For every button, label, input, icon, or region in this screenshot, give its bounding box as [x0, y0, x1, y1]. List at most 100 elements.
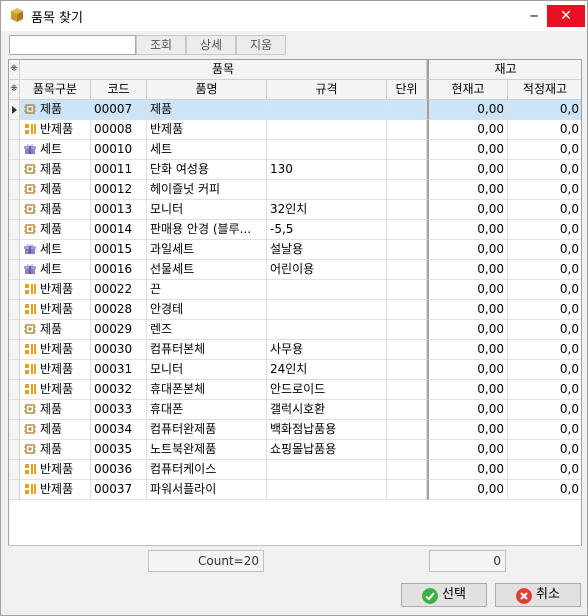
- minimize-button[interactable]: ─: [521, 5, 547, 27]
- cell-code[interactable]: 00036: [91, 460, 147, 480]
- cell-optimal[interactable]: 0,0: [508, 160, 581, 180]
- cell-current[interactable]: 0,00: [427, 320, 508, 340]
- cell-code[interactable]: 00030: [91, 340, 147, 360]
- col-header-current-stock[interactable]: 현재고: [427, 80, 508, 100]
- cell-unit[interactable]: [387, 280, 427, 300]
- cell-type[interactable]: 반제품: [20, 340, 91, 360]
- row-selector[interactable]: [9, 200, 20, 220]
- cell-type[interactable]: 반제품: [20, 460, 91, 480]
- cell-code[interactable]: 00008: [91, 120, 147, 140]
- cell-spec[interactable]: [267, 320, 387, 340]
- cell-current[interactable]: 0,00: [427, 240, 508, 260]
- cell-code[interactable]: 00012: [91, 180, 147, 200]
- cell-spec[interactable]: 갤럭시호환: [267, 400, 387, 420]
- cell-type[interactable]: 제품: [20, 420, 91, 440]
- cell-name[interactable]: 컴퓨터본체: [147, 340, 267, 360]
- cell-unit[interactable]: [387, 440, 427, 460]
- cell-spec[interactable]: [267, 180, 387, 200]
- cell-optimal[interactable]: 0,0: [508, 180, 581, 200]
- row-selector[interactable]: [9, 400, 20, 420]
- cell-unit[interactable]: [387, 260, 427, 280]
- cell-name[interactable]: 과일세트: [147, 240, 267, 260]
- cell-spec[interactable]: 130: [267, 160, 387, 180]
- cell-type[interactable]: 제품: [20, 400, 91, 420]
- cell-optimal[interactable]: 0,0: [508, 320, 581, 340]
- cell-type[interactable]: 반제품: [20, 480, 91, 500]
- cell-current[interactable]: 0,00: [427, 460, 508, 480]
- cell-code[interactable]: 00034: [91, 420, 147, 440]
- cell-current[interactable]: 0,00: [427, 360, 508, 380]
- cell-spec[interactable]: 쇼핑몰납품용: [267, 440, 387, 460]
- detail-button[interactable]: 상세: [186, 35, 236, 55]
- col-header-type[interactable]: 품목구분: [20, 80, 91, 100]
- cell-optimal[interactable]: 0,0: [508, 100, 581, 120]
- cell-optimal[interactable]: 0,0: [508, 360, 581, 380]
- cell-unit[interactable]: [387, 360, 427, 380]
- row-selector[interactable]: [9, 160, 20, 180]
- cell-optimal[interactable]: 0,0: [508, 480, 581, 500]
- select-button[interactable]: 선택: [401, 583, 487, 607]
- cell-optimal[interactable]: 0,0: [508, 400, 581, 420]
- row-selector[interactable]: [9, 440, 20, 460]
- row-selector[interactable]: [9, 260, 20, 280]
- cell-unit[interactable]: [387, 480, 427, 500]
- cell-optimal[interactable]: 0,0: [508, 200, 581, 220]
- cell-unit[interactable]: [387, 200, 427, 220]
- cell-optimal[interactable]: 0,0: [508, 240, 581, 260]
- cell-name[interactable]: 제품: [147, 100, 267, 120]
- cell-optimal[interactable]: 0,0: [508, 280, 581, 300]
- cell-type[interactable]: 반제품: [20, 280, 91, 300]
- cell-optimal[interactable]: 0,0: [508, 440, 581, 460]
- cell-code[interactable]: 00013: [91, 200, 147, 220]
- cell-current[interactable]: 0,00: [427, 260, 508, 280]
- cell-spec[interactable]: 32인치: [267, 200, 387, 220]
- cell-type[interactable]: 반제품: [20, 380, 91, 400]
- cell-spec[interactable]: [267, 300, 387, 320]
- cell-current[interactable]: 0,00: [427, 340, 508, 360]
- cell-type[interactable]: 제품: [20, 440, 91, 460]
- cell-type[interactable]: 반제품: [20, 120, 91, 140]
- col-header-code[interactable]: 코드: [91, 80, 147, 100]
- cell-code[interactable]: 00022: [91, 280, 147, 300]
- col-header-spec[interactable]: 규격: [267, 80, 387, 100]
- cell-optimal[interactable]: 0,0: [508, 460, 581, 480]
- cell-type[interactable]: 제품: [20, 320, 91, 340]
- row-selector[interactable]: [9, 480, 20, 500]
- cell-unit[interactable]: [387, 460, 427, 480]
- cell-type[interactable]: 세트: [20, 260, 91, 280]
- cell-spec[interactable]: -5,5: [267, 220, 387, 240]
- cell-name[interactable]: 렌즈: [147, 320, 267, 340]
- cell-spec[interactable]: 설날용: [267, 240, 387, 260]
- row-selector[interactable]: [9, 460, 20, 480]
- clear-button[interactable]: 지움: [236, 35, 286, 55]
- cell-type[interactable]: 제품: [20, 200, 91, 220]
- cell-optimal[interactable]: 0,0: [508, 380, 581, 400]
- cell-unit[interactable]: [387, 420, 427, 440]
- cell-name[interactable]: 모니터: [147, 200, 267, 220]
- row-selector[interactable]: [9, 280, 20, 300]
- cell-name[interactable]: 판매용 안경 (블루...: [147, 220, 267, 240]
- cell-code[interactable]: 00015: [91, 240, 147, 260]
- cell-unit[interactable]: [387, 240, 427, 260]
- cell-unit[interactable]: [387, 120, 427, 140]
- cell-unit[interactable]: [387, 100, 427, 120]
- cell-optimal[interactable]: 0,0: [508, 220, 581, 240]
- cell-type[interactable]: 세트: [20, 240, 91, 260]
- cell-current[interactable]: 0,00: [427, 200, 508, 220]
- cell-name[interactable]: 끈: [147, 280, 267, 300]
- cell-current[interactable]: 0,00: [427, 400, 508, 420]
- lookup-button[interactable]: 조회: [136, 35, 186, 55]
- cell-name[interactable]: 반제품: [147, 120, 267, 140]
- cell-current[interactable]: 0,00: [427, 380, 508, 400]
- cell-optimal[interactable]: 0,0: [508, 340, 581, 360]
- cell-current[interactable]: 0,00: [427, 180, 508, 200]
- cell-spec[interactable]: [267, 280, 387, 300]
- cell-current[interactable]: 0,00: [427, 480, 508, 500]
- cell-optimal[interactable]: 0,0: [508, 300, 581, 320]
- row-selector[interactable]: [9, 100, 20, 120]
- cell-current[interactable]: 0,00: [427, 300, 508, 320]
- cell-unit[interactable]: [387, 140, 427, 160]
- cell-current[interactable]: 0,00: [427, 220, 508, 240]
- cell-spec[interactable]: 백화점납품용: [267, 420, 387, 440]
- cell-code[interactable]: 00032: [91, 380, 147, 400]
